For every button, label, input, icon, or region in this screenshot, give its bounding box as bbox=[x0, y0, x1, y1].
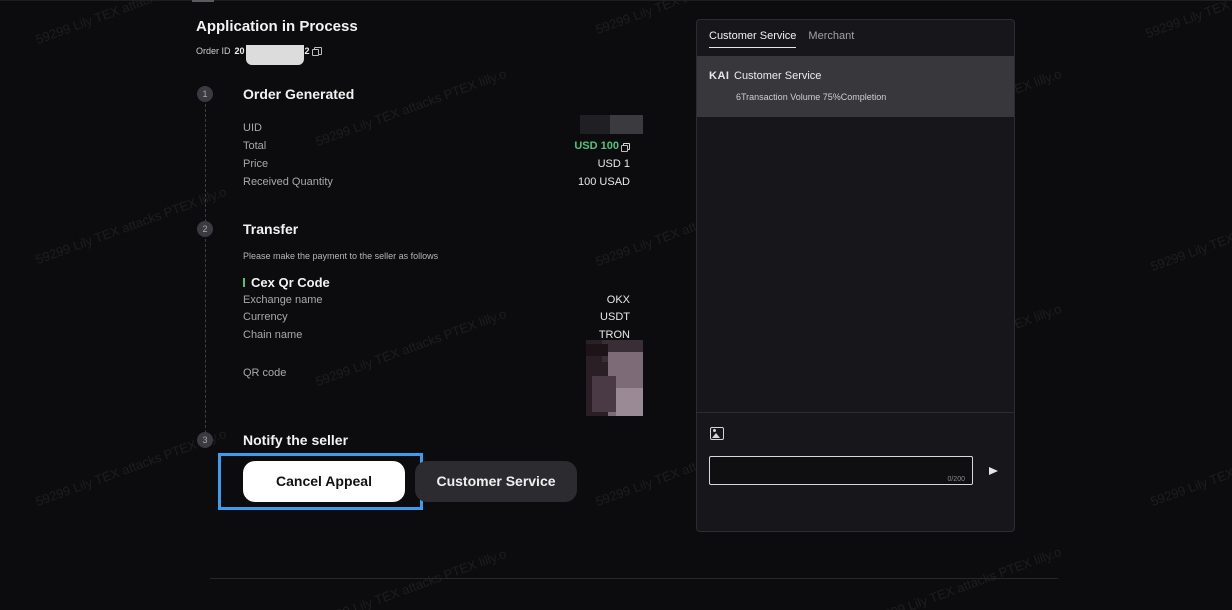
send-icon[interactable] bbox=[989, 467, 998, 475]
exchange-name-label: Exchange name bbox=[243, 294, 323, 306]
order-id-redaction bbox=[245, 45, 304, 65]
price-label: Price bbox=[243, 158, 269, 170]
agent-logo: KAI bbox=[709, 70, 730, 82]
payment-method-label: Cex Qr Code bbox=[251, 275, 330, 290]
currency-label: Currency bbox=[243, 311, 288, 323]
tab-merchant[interactable]: Merchant bbox=[808, 30, 854, 48]
chat-divider bbox=[697, 412, 1014, 413]
chat-tabs: Customer Service Merchant bbox=[709, 30, 854, 48]
payment-method-title: Cex Qr Code bbox=[243, 275, 330, 290]
timeline-line bbox=[205, 239, 206, 433]
bottom-divider bbox=[210, 578, 1058, 579]
watermark: 59299 Lily TEX attacks PTEX lilly.o bbox=[1148, 191, 1232, 275]
customer-service-button[interactable]: Customer Service bbox=[415, 461, 577, 502]
agent-name: Customer Service bbox=[734, 70, 822, 82]
copy-icon[interactable] bbox=[621, 142, 630, 152]
watermark: 59299 Lily TEX attacks PTEX lilly.o bbox=[1144, 0, 1232, 41]
chat-panel: Customer Service Merchant KAI Customer S… bbox=[696, 19, 1015, 532]
tab-customer-service[interactable]: Customer Service bbox=[709, 30, 797, 48]
watermark: 59299 Lily TEX attacks PTEX lilly.o bbox=[868, 543, 1064, 610]
currency-value: USDT bbox=[600, 311, 630, 323]
chat-message-input[interactable]: 0/200 bbox=[709, 456, 973, 485]
exchange-name-value: OKX bbox=[606, 294, 630, 306]
uid-label: UID bbox=[243, 122, 262, 134]
agent-stats: 6Transaction Volume 75%Completion bbox=[736, 92, 887, 102]
cancel-appeal-button[interactable]: Cancel Appeal bbox=[243, 461, 405, 502]
char-count: 0/200 bbox=[947, 476, 965, 483]
qr-code-label: QR code bbox=[243, 367, 287, 379]
step-number-3: 3 bbox=[197, 432, 213, 448]
order-id: Order ID 20 2 bbox=[196, 41, 322, 65]
received-quantity-label: Received Quantity bbox=[243, 176, 333, 188]
step-title-order-generated: Order Generated bbox=[243, 86, 355, 102]
top-divider bbox=[0, 0, 1232, 1]
qr-code-image bbox=[586, 340, 643, 416]
transfer-note: Please make the payment to the seller as… bbox=[243, 251, 439, 261]
order-id-value-end: 2 bbox=[304, 46, 310, 56]
watermark: 59299 Lily TEX attacks PTEX lilly.o bbox=[1148, 426, 1232, 510]
order-id-label: Order ID bbox=[196, 46, 231, 56]
accent-bar bbox=[243, 278, 245, 287]
price-value: USD 1 bbox=[597, 158, 630, 170]
uid-redaction bbox=[580, 115, 643, 134]
watermark: 59299 Lily TEX attacks PTEX lilly.o bbox=[313, 65, 509, 150]
step-number-2: 2 bbox=[197, 221, 213, 237]
step-title-transfer: Transfer bbox=[243, 221, 299, 237]
total-amount: USD 100 bbox=[574, 140, 619, 152]
watermark: 59299 Lily TEX attacks PTEX lilly.o bbox=[313, 305, 509, 390]
total-label: Total bbox=[243, 140, 267, 152]
total-value: USD 100 bbox=[574, 140, 630, 152]
order-id-value-start: 20 bbox=[234, 46, 245, 56]
timeline-line bbox=[205, 104, 206, 222]
agent-row[interactable]: KAI Customer Service 6Transaction Volume… bbox=[697, 56, 1014, 117]
image-icon[interactable] bbox=[710, 427, 724, 440]
chain-name-label: Chain name bbox=[243, 329, 303, 341]
page-title: Application in Process bbox=[196, 18, 358, 35]
step-title-notify-seller: Notify the seller bbox=[243, 432, 349, 448]
copy-icon[interactable] bbox=[311, 47, 322, 56]
received-quantity-value: 100 USAD bbox=[578, 176, 630, 188]
step-number-1: 1 bbox=[197, 86, 213, 102]
top-scroll-mark bbox=[192, 0, 214, 2]
